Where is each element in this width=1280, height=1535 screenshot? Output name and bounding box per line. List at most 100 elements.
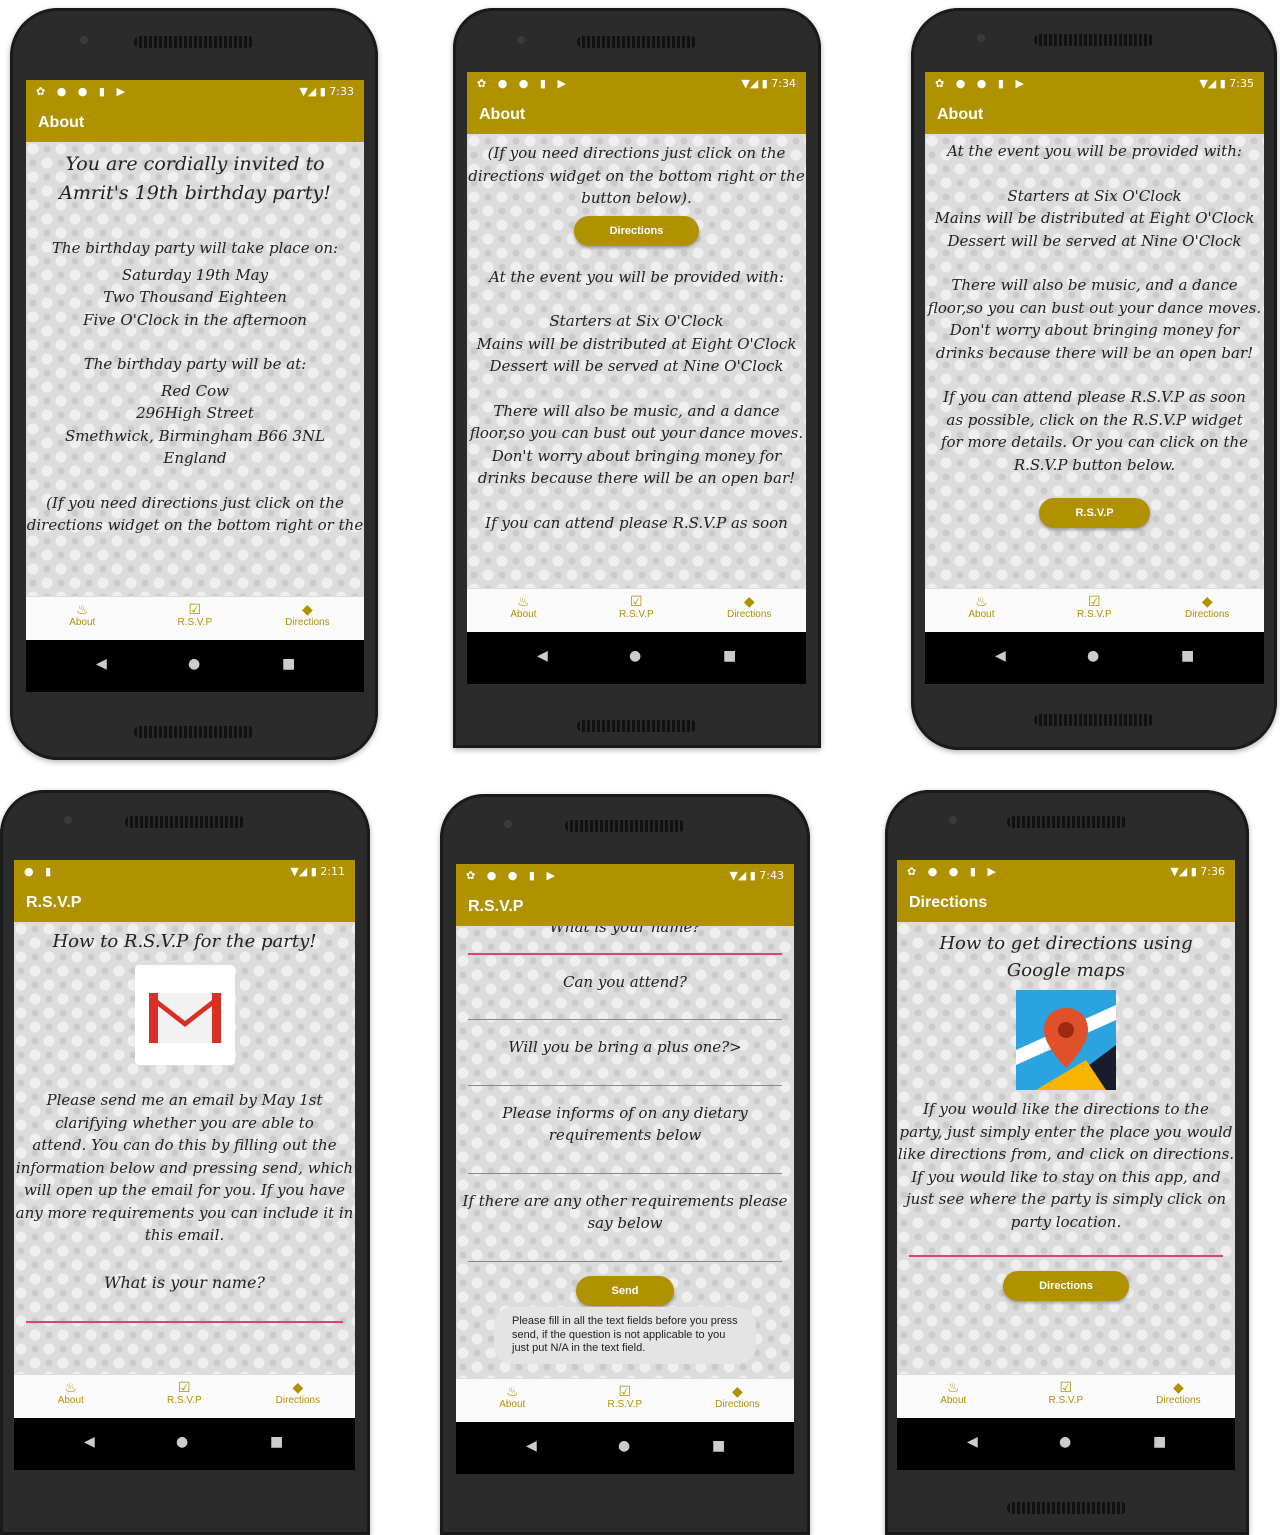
nav-rsvp[interactable]: ☑ R.S.V.P <box>569 1383 682 1410</box>
recents-icon[interactable]: ■ <box>1181 648 1194 664</box>
phone-2: ✿ ● ● ▮ ▶ ▼◢ ▮ 7:34 About (If you need d… <box>453 8 821 748</box>
calendar-check-icon: ☑ <box>1059 1379 1073 1395</box>
nav-about[interactable]: ♨ About <box>456 1383 569 1410</box>
nav-about[interactable]: ♨ About <box>925 593 1038 620</box>
nav-rsvp[interactable]: ☑ R.S.V.P <box>128 1379 242 1406</box>
nav-directions[interactable]: ◆ Directions <box>241 1379 355 1406</box>
calendar-check-icon: ☑ <box>1088 593 1101 609</box>
home-icon[interactable]: ● <box>188 656 200 672</box>
nav-label: R.S.V.P <box>166 1395 202 1406</box>
directions-button[interactable]: Directions <box>1003 1271 1129 1301</box>
nav-rsvp[interactable]: ☑ R.S.V.P <box>1038 593 1151 620</box>
nav-label: About <box>968 609 995 620</box>
text-line: party, just simply enter the place you w… <box>899 1122 1233 1141</box>
nav-directions[interactable]: ◆ Directions <box>251 601 364 628</box>
question-label: What is your name? <box>549 926 701 936</box>
directions-content: How to get directions using Google maps … <box>897 922 1235 1375</box>
nav-about[interactable]: ♨ About <box>467 593 580 620</box>
text-line: Saturday 19th May <box>121 265 269 284</box>
home-icon[interactable]: ● <box>176 1434 188 1450</box>
text-line: Please send me an email by May 1st <box>46 1091 323 1109</box>
directions-icon: ◆ <box>292 1379 304 1395</box>
bottom-navigation: ♨ About ☑ R.S.V.P ◆ Directions <box>897 1374 1235 1418</box>
recents-icon[interactable]: ■ <box>712 1438 725 1454</box>
signal-battery-time: ▼◢ ▮ 7:43 <box>729 869 784 882</box>
notification-icons: ✿ ● ● ▮ ▶ <box>477 77 570 90</box>
recents-icon[interactable]: ■ <box>723 648 736 664</box>
nav-rsvp[interactable]: ☑ R.S.V.P <box>1010 1379 1123 1406</box>
app-bar: About <box>925 96 1264 134</box>
nav-about[interactable]: ♨ About <box>897 1379 1010 1406</box>
text-line: button below). <box>581 189 692 207</box>
text-line: directions widget on the bottom right or… <box>26 516 364 534</box>
validation-toast: Please fill in all the text fields befor… <box>494 1306 756 1364</box>
text-line: attend. You can do this by filling out t… <box>32 1136 337 1154</box>
bottom-navigation: ♨ About ☑ R.S.V.P ◆ Directions <box>456 1378 794 1422</box>
nav-rsvp[interactable]: ☑ R.S.V.P <box>139 601 252 628</box>
text-line: Two Thousand Eighteen <box>103 288 287 306</box>
status-bar: ✿ ● ● ▮ ▶ ▼◢ ▮ 7:36 <box>897 860 1235 884</box>
recents-icon[interactable]: ■ <box>282 656 295 672</box>
text-line: R.S.V.P button below. <box>1013 455 1176 474</box>
text-line: information below and pressing send, whi… <box>15 1158 354 1177</box>
back-icon[interactable]: ◀ <box>84 1434 95 1450</box>
question-label: What is your name? <box>104 1272 265 1292</box>
nav-about[interactable]: ♨ About <box>26 601 139 628</box>
nav-directions[interactable]: ◆ Directions <box>1151 593 1264 620</box>
bottom-navigation: ♨ About ☑ R.S.V.P ◆ Directions <box>467 588 806 632</box>
nav-directions[interactable]: ◆ Directions <box>681 1383 794 1410</box>
screen-about-1: ✿ ● ● ▮ ▶ ▼◢ ▮ 7:33 About You are cordia… <box>26 80 364 692</box>
question-label: say below <box>587 1214 663 1232</box>
text-line: clarifying whether you are able to <box>55 1113 314 1132</box>
system-navigation: ◀ ● ■ <box>897 1418 1235 1470</box>
back-icon[interactable]: ◀ <box>995 648 1006 664</box>
nav-label: About <box>69 617 96 628</box>
text-line: Mains will be distributed at Eight O'Clo… <box>476 334 797 353</box>
text-line: England <box>163 449 227 467</box>
other-requirements-field[interactable] <box>468 1235 782 1262</box>
nav-label: Directions <box>285 617 330 628</box>
send-button[interactable]: Send <box>575 1275 675 1306</box>
recents-icon[interactable]: ■ <box>1153 1434 1166 1450</box>
plus-one-field[interactable] <box>468 1059 782 1086</box>
nav-directions[interactable]: ◆ Directions <box>1122 1379 1235 1406</box>
status-bar: ● ▮ ▼◢ ▮ 2:11 <box>14 860 355 884</box>
dietary-field[interactable] <box>468 1147 782 1174</box>
directions-button[interactable]: Directions <box>573 215 700 246</box>
nav-label: R.S.V.P <box>1076 609 1112 620</box>
nav-label: R.S.V.P <box>607 1399 643 1410</box>
text-line: party location. <box>1010 1212 1122 1231</box>
text-line: There will also be music, and a dance <box>493 401 780 420</box>
back-icon[interactable]: ◀ <box>526 1438 537 1454</box>
attend-field[interactable] <box>468 993 782 1020</box>
phone-5: ✿ ● ● ▮ ▶ ▼◢ ▮ 7:43 R.S.V.P What is your… <box>440 794 810 1535</box>
from-location-field[interactable] <box>909 1233 1223 1257</box>
signal-battery-time: ▼◢ ▮ 7:33 <box>299 85 354 98</box>
system-navigation: ◀ ● ■ <box>14 1418 355 1470</box>
nav-rsvp[interactable]: ☑ R.S.V.P <box>580 593 693 620</box>
phone-1: ✿ ● ● ▮ ▶ ▼◢ ▮ 7:33 About You are cordia… <box>10 8 378 760</box>
signal-battery-time: ▼◢ ▮ 7:34 <box>741 77 796 90</box>
back-icon[interactable]: ◀ <box>967 1434 978 1450</box>
text-line: The birthday party will take place on: <box>51 239 339 257</box>
back-icon[interactable]: ◀ <box>96 656 107 672</box>
screen-about-2: ✿ ● ● ▮ ▶ ▼◢ ▮ 7:34 About (If you need d… <box>467 72 806 684</box>
name-field[interactable] <box>26 1295 343 1323</box>
rsvp-button[interactable]: R.S.V.P <box>1039 498 1150 528</box>
home-icon[interactable]: ● <box>618 1438 630 1454</box>
cake-icon: ♨ <box>64 1379 78 1395</box>
nav-directions[interactable]: ◆ Directions <box>693 593 806 620</box>
phone-6: ✿ ● ● ▮ ▶ ▼◢ ▮ 7:36 Directions How to ge… <box>885 790 1249 1535</box>
recents-icon[interactable]: ■ <box>270 1434 283 1450</box>
text-line: Five O'Clock in the afternoon <box>83 310 307 329</box>
back-icon[interactable]: ◀ <box>537 648 548 664</box>
text-line: drinks because there will be an open bar… <box>477 469 796 487</box>
rsvp-content: How to R.S.V.P for the party! Please sen… <box>14 922 355 1375</box>
home-icon[interactable]: ● <box>1059 1434 1071 1450</box>
home-icon[interactable]: ● <box>629 648 641 664</box>
directions-icon: ◆ <box>301 601 313 617</box>
nav-about[interactable]: ♨ About <box>14 1379 128 1406</box>
text-line: Dessert will be served at Nine O'Clock <box>489 357 784 375</box>
home-icon[interactable]: ● <box>1087 648 1099 664</box>
name-field[interactable] <box>468 939 782 955</box>
